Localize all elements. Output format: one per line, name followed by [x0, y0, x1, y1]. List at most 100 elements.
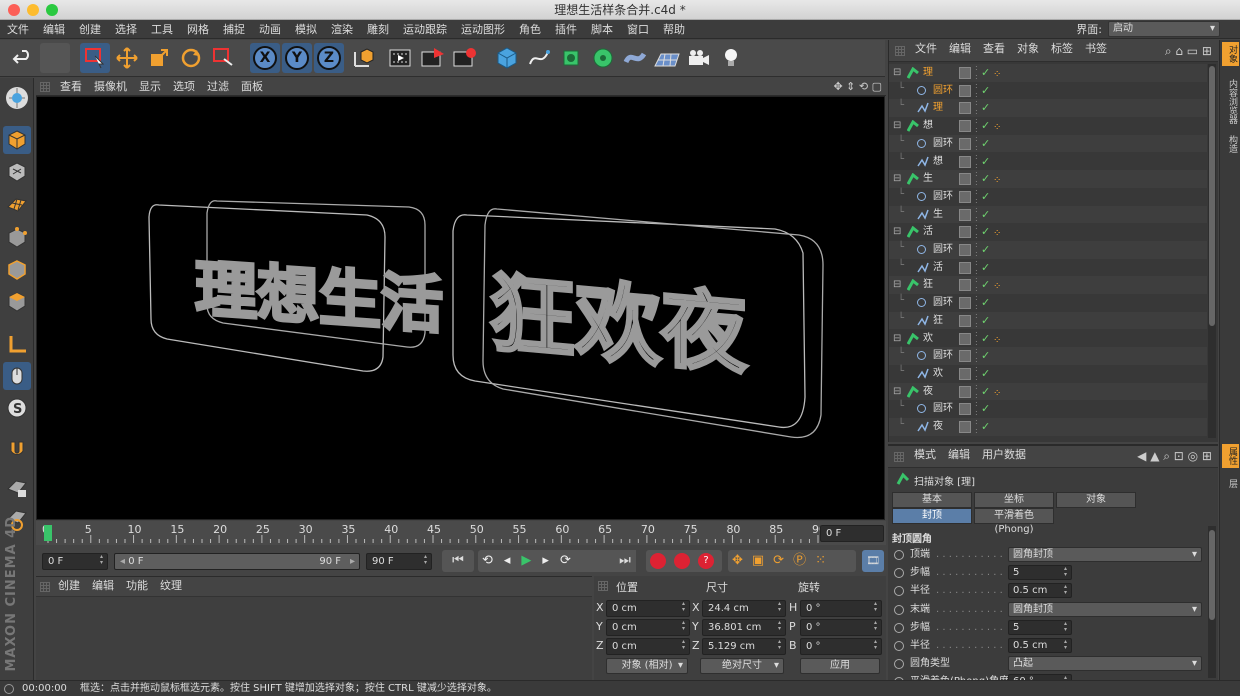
layer-icon[interactable]	[959, 244, 971, 256]
enabled-check-icon[interactable]: ✓	[981, 312, 990, 329]
object-manager-menu-item[interactable]: 文件	[909, 40, 943, 56]
layer-icon[interactable]	[959, 403, 971, 416]
x-axis-icon[interactable]: X	[250, 43, 280, 73]
attribute-number-field[interactable]: 5	[1008, 619, 1072, 635]
object-row[interactable]: └ 圆环:: ✓	[889, 187, 1207, 206]
menu-item[interactable]: 角色	[512, 20, 548, 39]
undo-icon[interactable]	[8, 43, 38, 73]
object-row[interactable]: └ 圆环:: ✓	[889, 81, 1207, 100]
keyframe-filter-icons[interactable]: ✥▣⟳Ⓟ⁙	[728, 550, 856, 572]
attribute-menu-item[interactable]: 用户数据	[976, 446, 1032, 462]
attribute-nav-icons[interactable]: ◀ ▲ ⌕ ⊡ ◎ ⊞	[1137, 449, 1212, 464]
animate-radio-icon[interactable]	[894, 641, 904, 651]
viewport-nav-icons[interactable]: ✥ ⇕ ⟲ ▢	[833, 80, 882, 93]
locked-workplane-icon[interactable]	[3, 474, 31, 502]
expand-icon[interactable]: ⊟	[893, 223, 901, 240]
pen-spline-icon[interactable]	[524, 43, 554, 73]
array-icon[interactable]	[588, 43, 618, 73]
size-field[interactable]: 36.801 cm	[702, 619, 786, 636]
frame-range-slider[interactable]: ◂ 0 F 90 F ▸	[114, 553, 360, 570]
phong-tag-icon[interactable]: ⁘	[993, 332, 1001, 349]
layer-icon[interactable]	[959, 332, 971, 345]
object-row[interactable]: └ 生:: ✓	[889, 205, 1207, 224]
transport-buttons[interactable]: ⟲◂▶▸⟳	[478, 550, 628, 572]
rotation-field[interactable]: 0 °	[800, 619, 882, 636]
layer-icon[interactable]	[959, 120, 971, 133]
attribute-menu-item[interactable]: 模式	[908, 446, 942, 462]
menu-item[interactable]: 运动图形	[454, 20, 512, 39]
object-row[interactable]: └ 欢:: ✓	[889, 364, 1207, 383]
object-row[interactable]: └ 圆环:: ✓	[889, 346, 1207, 365]
select-icon[interactable]	[80, 43, 110, 73]
visibility-dots-icon[interactable]: ::	[975, 382, 978, 400]
phong-tag-icon[interactable]: ⁘	[993, 278, 1001, 295]
viewport-menu-item[interactable]: 摄像机	[88, 78, 133, 94]
menu-item[interactable]: 插件	[548, 20, 584, 39]
layer-icon[interactable]	[959, 297, 971, 310]
enabled-check-icon[interactable]: ✓	[981, 418, 990, 435]
z-axis-icon[interactable]: Z	[314, 43, 344, 73]
attribute-select[interactable]: 圆角封顶	[1008, 547, 1202, 562]
start-frame-field[interactable]: 0 F	[42, 553, 108, 570]
phong-tag-icon[interactable]: ⁘	[993, 172, 1001, 189]
enabled-check-icon[interactable]: ✓	[981, 153, 990, 170]
visibility-dots-icon[interactable]: ::	[975, 81, 978, 99]
layer-icon[interactable]	[959, 137, 971, 150]
enabled-check-icon[interactable]: ✓	[981, 206, 990, 223]
layer-icon[interactable]	[959, 385, 971, 398]
menu-item[interactable]: 脚本	[584, 20, 620, 39]
current-frame-field[interactable]: 0 F	[820, 525, 884, 542]
recent-tool-icon[interactable]	[208, 43, 238, 73]
visibility-dots-icon[interactable]: ::	[975, 275, 978, 293]
position-field[interactable]: 0 cm	[606, 638, 690, 655]
axis-mode-icon[interactable]	[3, 330, 31, 358]
enabled-check-icon[interactable]: ✓	[981, 99, 990, 116]
visibility-dots-icon[interactable]: ::	[975, 329, 978, 347]
animate-radio-icon[interactable]	[894, 604, 904, 615]
object-row[interactable]: ⊟ 狂:: ✓ ⁘	[889, 275, 1207, 295]
rotate-icon[interactable]	[176, 43, 206, 73]
visibility-dots-icon[interactable]: ::	[975, 240, 978, 258]
interface-select[interactable]: 启动	[1108, 21, 1220, 37]
visibility-dots-icon[interactable]: ::	[975, 169, 978, 187]
attribute-menu-item[interactable]: 编辑	[942, 446, 976, 462]
enabled-check-icon[interactable]: ✓	[981, 135, 990, 152]
visibility-dots-icon[interactable]: ::	[975, 205, 978, 223]
attribute-number-field[interactable]: 0.5 cm	[1008, 638, 1072, 653]
phong-tag-icon[interactable]: ⁘	[993, 385, 1001, 402]
menu-item[interactable]: 帮助	[656, 20, 692, 39]
rotation-field[interactable]: 0 °	[800, 600, 882, 617]
viewport-menu-item[interactable]: 面板	[235, 78, 269, 94]
texture-mode-icon[interactable]	[3, 158, 31, 186]
enabled-check-icon[interactable]: ✓	[981, 82, 990, 99]
object-row[interactable]: └ 想:: ✓	[889, 152, 1207, 171]
make-editable-icon[interactable]	[3, 84, 31, 112]
layer-icon[interactable]	[959, 226, 971, 239]
enabled-check-icon[interactable]: ✓	[981, 347, 990, 364]
object-row[interactable]: └ 圆环:: ✓	[889, 399, 1207, 418]
end-frame-field[interactable]: 90 F	[366, 553, 432, 570]
light-icon[interactable]	[716, 43, 746, 73]
size-field[interactable]: 24.4 cm	[702, 600, 786, 617]
layer-icon[interactable]	[959, 350, 971, 363]
enabled-check-icon[interactable]: ✓	[981, 294, 990, 311]
coordinate-system-icon[interactable]	[348, 43, 378, 73]
enabled-check-icon[interactable]: ✓	[981, 330, 990, 347]
rotation-field[interactable]: 0 °	[800, 638, 882, 655]
visibility-dots-icon[interactable]: ::	[975, 417, 978, 435]
model-mode-icon[interactable]	[3, 126, 31, 154]
layer-icon[interactable]	[959, 314, 971, 327]
material-menu-item[interactable]: 纹理	[154, 577, 188, 593]
object-manager-scrollbar[interactable]	[1208, 64, 1216, 438]
animate-radio-icon[interactable]	[894, 659, 904, 670]
go-to-end-icon[interactable]: ⏭	[614, 550, 636, 572]
floor-icon[interactable]	[652, 43, 682, 73]
layer-icon[interactable]	[959, 421, 971, 433]
layer-icon[interactable]	[959, 190, 971, 203]
position-field[interactable]: 0 cm	[606, 619, 690, 636]
object-row[interactable]: ⊟ 想:: ✓ ⁘	[889, 116, 1207, 135]
expand-icon[interactable]: ⊟	[893, 117, 901, 134]
viewport-menu-item[interactable]: 显示	[133, 78, 167, 94]
go-to-start-icon[interactable]: ⏮	[442, 550, 474, 572]
enabled-check-icon[interactable]: ✓	[981, 241, 990, 258]
